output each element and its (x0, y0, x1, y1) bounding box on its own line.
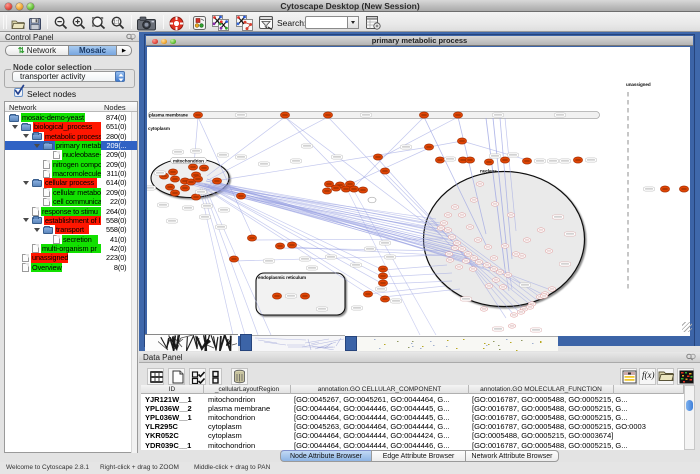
svg-text:plasma membrane: plasma membrane (149, 113, 188, 118)
svg-text:unassigned: unassigned (626, 82, 651, 87)
svg-text:endoplasmic reticulum: endoplasmic reticulum (258, 275, 306, 280)
svg-text:cytoplasm: cytoplasm (148, 126, 170, 131)
svg-text:nucleus: nucleus (480, 169, 497, 174)
svg-text:mitochondrion: mitochondrion (173, 158, 204, 163)
svg-text:1:1: 1:1 (113, 20, 120, 26)
